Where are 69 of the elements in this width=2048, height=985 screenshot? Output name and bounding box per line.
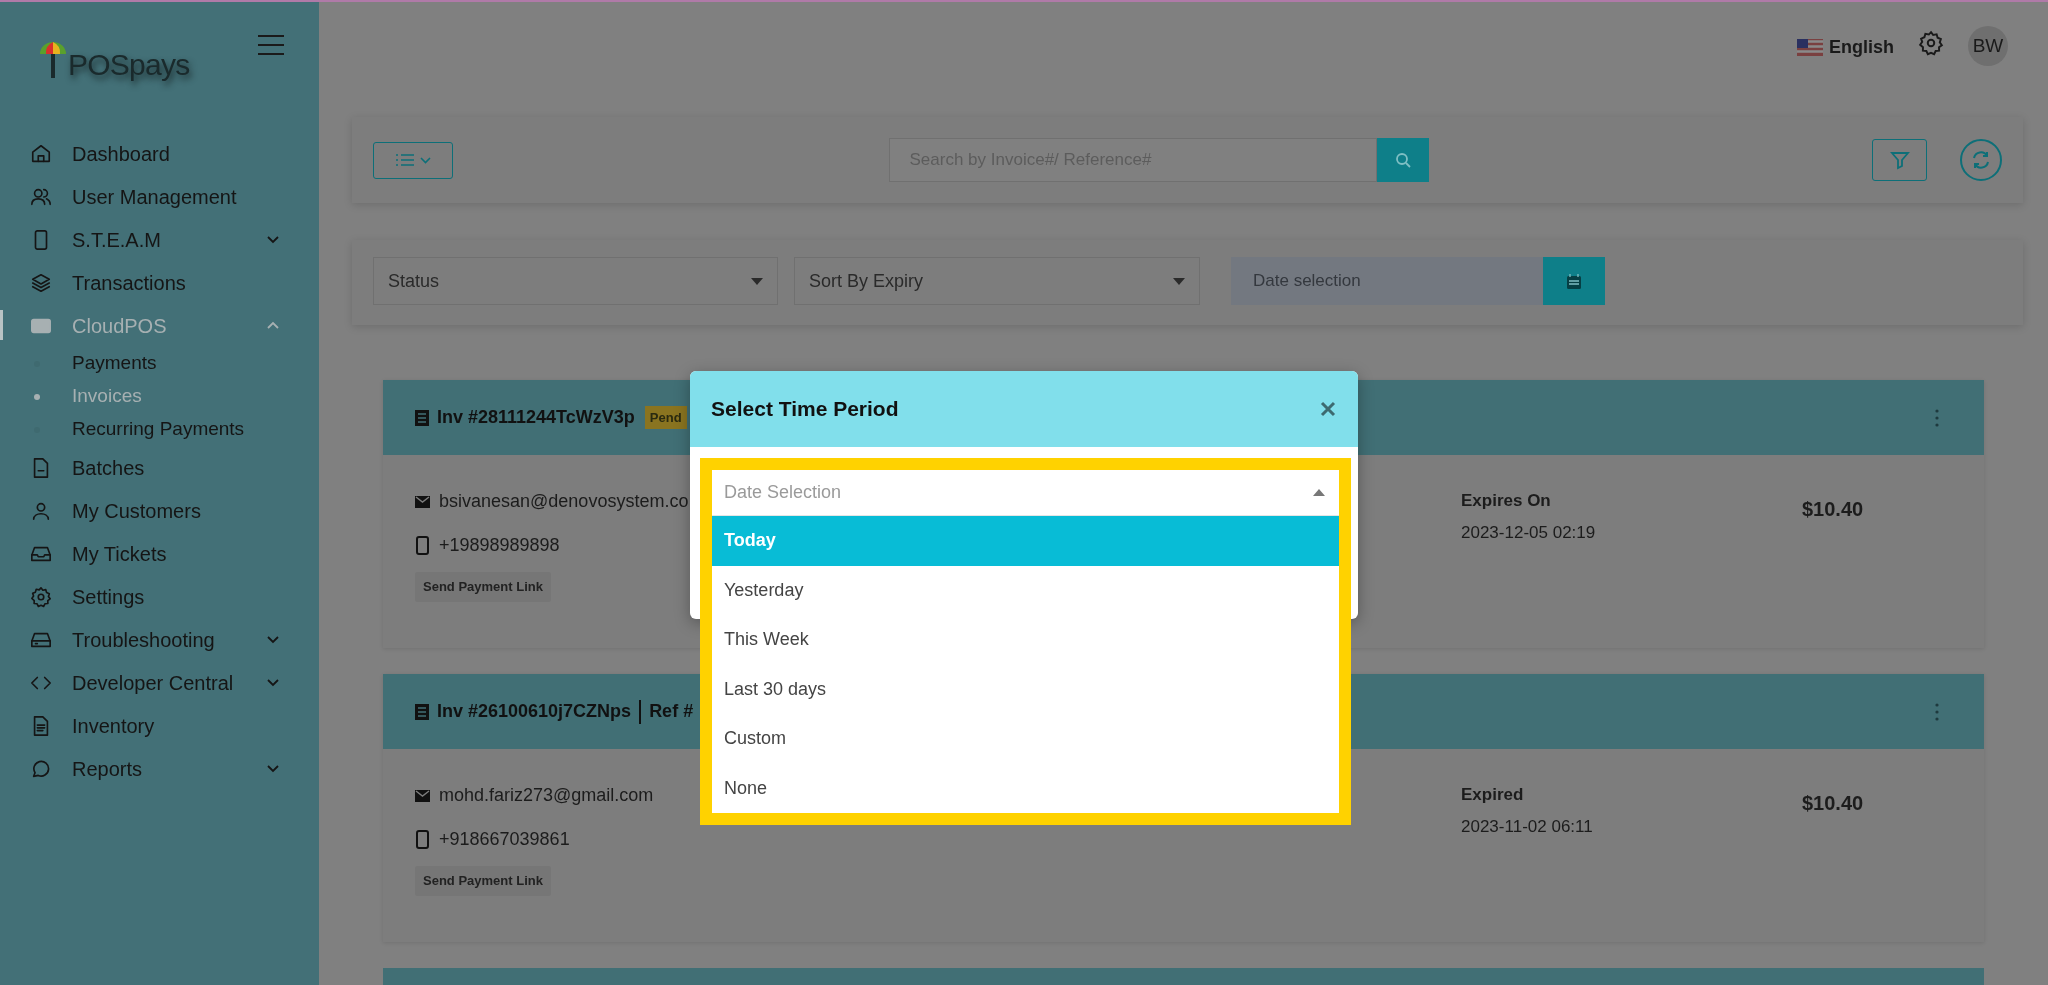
mail-icon bbox=[415, 789, 430, 802]
filter-button[interactable] bbox=[1872, 139, 1927, 181]
receipt-icon bbox=[415, 409, 429, 426]
reference-number: Ref # bbox=[649, 700, 694, 723]
sidebar-item[interactable]: Settings bbox=[0, 575, 319, 618]
logo-text: POSpays bbox=[68, 50, 190, 80]
sidebar-item[interactable]: Batches bbox=[0, 446, 319, 489]
flag-icon bbox=[1797, 39, 1823, 56]
sidebar-item[interactable]: User Management bbox=[0, 175, 319, 218]
status-badge: Pend bbox=[644, 405, 687, 430]
sidebar-subitem[interactable]: Recurring Payments bbox=[0, 413, 319, 446]
customer-email: mohd.fariz273@gmail.com bbox=[439, 784, 654, 807]
sort-select[interactable]: Sort By Expiry bbox=[794, 257, 1200, 305]
sidebar-item[interactable]: Troubleshooting bbox=[0, 618, 319, 661]
status-select[interactable]: Status bbox=[373, 257, 778, 305]
phone-icon bbox=[415, 830, 430, 849]
date-field[interactable]: Date selection bbox=[1231, 257, 1543, 305]
menu-icon[interactable] bbox=[257, 34, 285, 56]
layers-icon bbox=[30, 271, 52, 294]
date-label: Expired bbox=[1461, 784, 1525, 806]
invoice-amount: $10.40 bbox=[1802, 497, 1864, 522]
sidebar-subitem[interactable]: Invoices bbox=[0, 380, 319, 413]
sidebar-item[interactable]: CloudPOS bbox=[0, 304, 319, 347]
umbrella-logo-icon bbox=[38, 40, 68, 80]
sidebar-item[interactable]: Developer Central bbox=[0, 661, 319, 704]
more-options-icon[interactable] bbox=[1935, 702, 1939, 721]
date-label: Expires On bbox=[1461, 490, 1552, 512]
customer-phone: +918667039861 bbox=[439, 828, 570, 851]
receipt-icon bbox=[415, 703, 429, 720]
sidebar-item[interactable]: Transactions bbox=[0, 261, 319, 304]
chevron-down-icon bbox=[419, 156, 431, 164]
caret-down-icon bbox=[751, 277, 763, 285]
invoice-number: Inv #28111244TcWzV3p bbox=[437, 406, 635, 429]
close-icon[interactable] bbox=[1320, 401, 1336, 417]
send-payment-link-button[interactable]: Send Payment Link bbox=[415, 572, 551, 602]
sidebar-item[interactable]: My Tickets bbox=[0, 532, 319, 575]
list-icon bbox=[395, 154, 414, 166]
invoice-amount: $10.40 bbox=[1802, 791, 1864, 816]
refresh-button[interactable] bbox=[1960, 139, 2002, 181]
caret-down-icon bbox=[1173, 277, 1185, 285]
filter-icon bbox=[1889, 150, 1910, 170]
modal-title: Select Time Period bbox=[711, 396, 899, 423]
calendar-icon bbox=[1567, 273, 1581, 289]
user-avatar[interactable]: BW bbox=[1968, 26, 2008, 66]
mail-icon bbox=[415, 495, 430, 508]
dropdown-option[interactable]: Today bbox=[712, 516, 1339, 566]
refresh-icon bbox=[1970, 149, 1992, 171]
home-icon bbox=[30, 142, 52, 165]
phone-icon bbox=[415, 536, 430, 555]
customer-email: bsivanesan@denovosystem.co bbox=[439, 490, 689, 513]
search-icon bbox=[1394, 152, 1411, 168]
sidebar-subitem[interactable]: Payments bbox=[0, 347, 319, 380]
date-value: 2023-12-05 02:19 bbox=[1461, 521, 1597, 544]
sidebar-item[interactable]: Inventory bbox=[0, 704, 319, 747]
view-menu-button[interactable] bbox=[373, 141, 453, 179]
invoice-number: Inv #26100610j7CZNps bbox=[437, 700, 632, 723]
more-options-icon[interactable] bbox=[1935, 408, 1939, 427]
language-selector[interactable]: English bbox=[1829, 34, 1894, 61]
sidebar-item[interactable]: S.T.E.A.M bbox=[0, 218, 319, 261]
settings-icon[interactable] bbox=[1918, 30, 1944, 56]
calendar-button[interactable] bbox=[1543, 257, 1605, 305]
sidebar-item[interactable]: Dashboard bbox=[0, 132, 319, 175]
send-payment-link-button[interactable]: Send Payment Link bbox=[415, 866, 551, 896]
sidebar-item[interactable]: My Customers bbox=[0, 489, 319, 532]
search-button[interactable] bbox=[1376, 138, 1429, 182]
settings-icon bbox=[30, 585, 52, 608]
customer-phone: +19898989898 bbox=[439, 534, 560, 557]
date-value: 2023-11-02 06:11 bbox=[1461, 815, 1594, 838]
sidebar-item[interactable]: Reports bbox=[0, 747, 319, 790]
